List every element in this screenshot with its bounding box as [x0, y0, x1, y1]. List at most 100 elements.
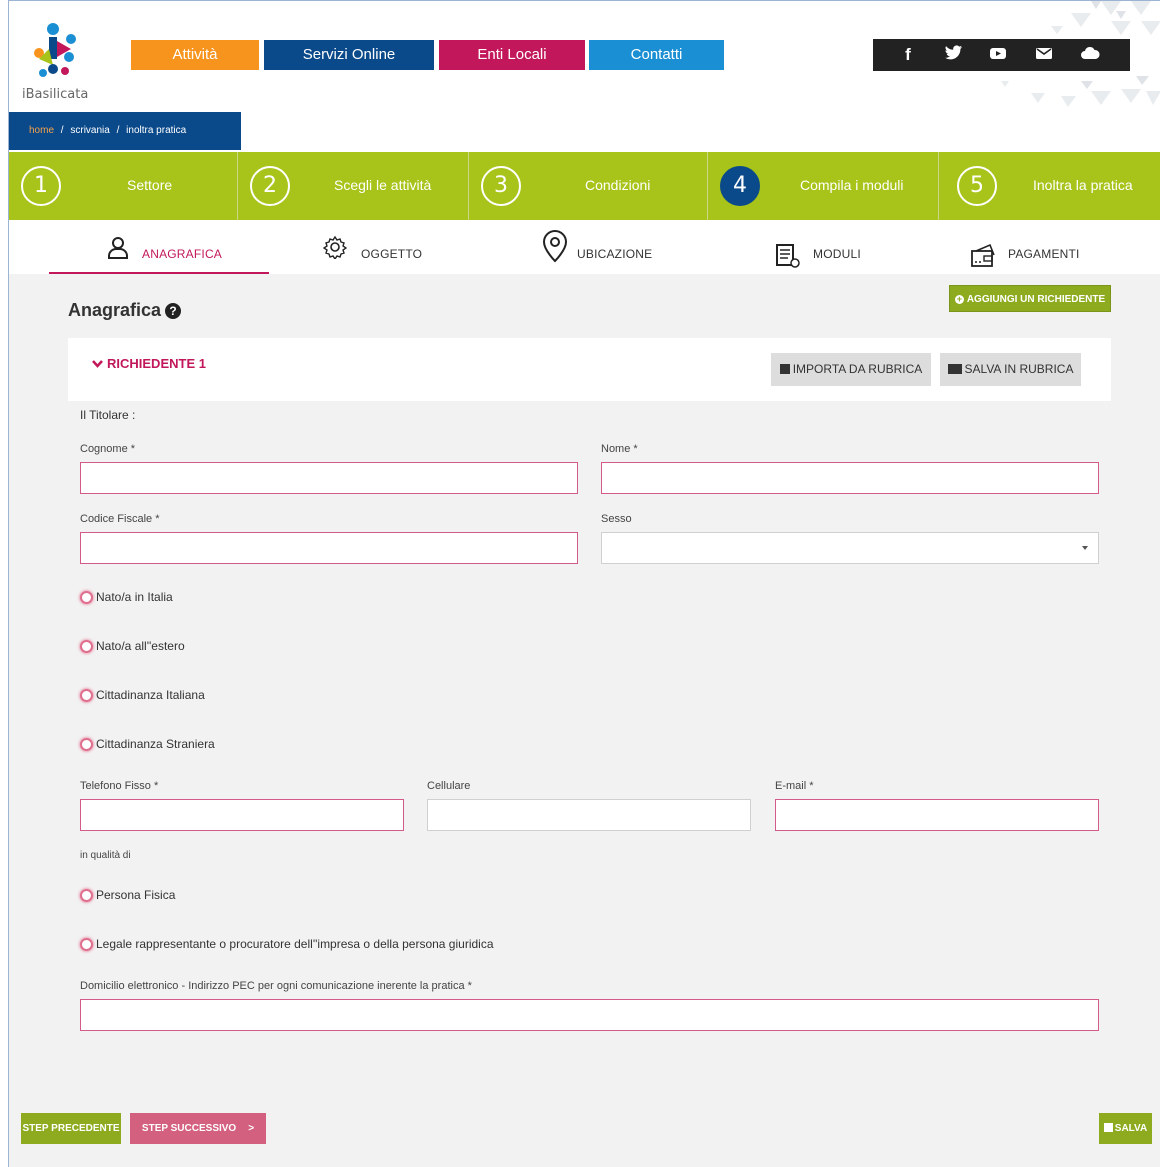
tab-label: UBICAZIONE [577, 247, 653, 261]
main-content: Anagrafica? + AGGIUNGI UN RICHIEDENTE RIC… [9, 274, 1160, 1167]
add-richiedente-button[interactable]: + AGGIUNGI UN RICHIEDENTE [949, 285, 1111, 312]
step-successivo-button[interactable]: STEP SUCCESSIVO > [130, 1113, 266, 1144]
tab-anagrafica[interactable]: ANAGRAFICA [49, 221, 269, 274]
in-qualita-label: in qualità di [80, 850, 131, 861]
richiedente-panel: RICHIEDENTE 1 IMPORTA DA RUBRICA SALVA I… [68, 338, 1111, 401]
tab-moduli[interactable]: MODULI [769, 221, 909, 274]
nome-input[interactable] [601, 462, 1099, 494]
sesso-select[interactable] [601, 532, 1099, 564]
step-scegli-attivita[interactable]: 2 Scegli le attività [238, 152, 469, 220]
salva-rubrica-button[interactable]: SALVA IN RUBRICA [940, 353, 1081, 386]
page-title-text: Anagrafica [68, 300, 162, 320]
step-number: 5 [957, 166, 997, 206]
step-settore[interactable]: 1 Settore [9, 152, 238, 220]
site-header: iBasilicata Attività Servizi Online Enti… [9, 1, 1160, 112]
codice-fiscale-label: Codice Fiscale * [80, 513, 160, 525]
step-label: Inoltra la pratica [1033, 177, 1133, 193]
tab-ubicazione[interactable]: UBICAZIONE [529, 221, 689, 274]
cellulare-label: Cellulare [427, 780, 471, 792]
step-compila-moduli[interactable]: 4 Compila i moduli [708, 152, 939, 220]
plus-circle-icon: + [954, 294, 964, 304]
salva-button[interactable]: SALVA [1099, 1113, 1152, 1144]
step-precedente-button[interactable]: STEP PRECEDENTE [21, 1113, 121, 1144]
importa-rubrica-button[interactable]: IMPORTA DA RUBRICA [771, 353, 931, 386]
step-number: 2 [250, 166, 290, 206]
cognome-label: Cognome * [80, 443, 136, 455]
breadcrumb-separator: / [116, 125, 120, 136]
page-frame: iBasilicata Attività Servizi Online Enti… [8, 0, 1160, 1167]
caret-down-icon [1082, 546, 1088, 550]
tab-label: PAGAMENTI [1008, 247, 1080, 261]
tab-label: ANAGRAFICA [142, 247, 223, 261]
radio-label: Legale rappresentante o procuratore dell… [96, 937, 494, 951]
nav-attivita[interactable]: Attività [131, 40, 259, 70]
nav-servizi-online[interactable]: Servizi Online [264, 40, 434, 70]
richiedente-toggle[interactable]: RICHIEDENTE 1 [92, 356, 206, 371]
step-successivo-label: STEP SUCCESSIVO [141, 1123, 237, 1134]
breadcrumb-scrivania[interactable]: scrivania [70, 125, 109, 136]
radio-button[interactable] [80, 889, 93, 902]
chevron-down-icon [92, 356, 103, 371]
breadcrumb-home[interactable]: home [29, 125, 54, 136]
document-icon [776, 244, 800, 268]
step-condizioni[interactable]: 3 Condizioni [469, 152, 708, 220]
radio-button[interactable] [80, 591, 93, 604]
gear-icon [323, 235, 347, 259]
email-label: E-mail * [775, 780, 814, 792]
page-title: Anagrafica? [68, 300, 182, 321]
email-icon[interactable] [1033, 45, 1055, 65]
user-icon [108, 237, 128, 259]
step-label: Compila i moduli [800, 177, 904, 193]
contact-card-icon [779, 364, 790, 374]
telefono-label: Telefono Fisso * [80, 780, 159, 792]
breadcrumb: home / scrivania / inoltra pratica [9, 112, 241, 150]
radio-button[interactable] [80, 738, 93, 751]
breadcrumb-separator: / [60, 125, 64, 136]
codice-fiscale-input[interactable] [80, 532, 578, 564]
help-icon[interactable]: ? [165, 303, 182, 319]
logo-text: iBasilicata [22, 87, 89, 102]
wizard-steps: 1 Settore 2 Scegli le attività 3 Condizi… [9, 152, 1160, 220]
social-bar: f [873, 39, 1130, 71]
nome-label: Nome * [601, 443, 638, 455]
radio-button[interactable] [80, 689, 93, 702]
step-label: Settore [127, 177, 173, 193]
importa-rubrica-label: IMPORTA DA RUBRICA [792, 362, 923, 376]
breadcrumb-current: inoltra pratica [126, 125, 187, 136]
cognome-input[interactable] [80, 462, 578, 494]
tab-label: OGGETTO [361, 247, 423, 261]
step-number-active: 4 [720, 166, 760, 206]
radio-button[interactable] [80, 640, 93, 653]
radio-label: Cittadinanza Italiana [96, 688, 205, 702]
pec-input[interactable] [80, 999, 1099, 1031]
salva-label: SALVA [1114, 1123, 1148, 1134]
floppy-disk-icon [1103, 1123, 1113, 1132]
add-richiedente-label: AGGIUNGI UN RICHIEDENTE [966, 294, 1106, 305]
youtube-icon[interactable] [987, 45, 1009, 65]
twitter-icon[interactable] [943, 45, 965, 65]
form-tabs: ANAGRAFICA OGGETTO UBICAZIONE MODULI PAG… [9, 221, 1160, 274]
radio-label: Cittadinanza Straniera [96, 737, 215, 751]
salva-rubrica-label: SALVA IN RUBRICA [964, 362, 1074, 376]
cellulare-input[interactable] [427, 799, 751, 831]
facebook-icon[interactable]: f [897, 45, 919, 65]
step-label: Scegli le attività [334, 177, 432, 193]
nav-enti-locali[interactable]: Enti Locali [439, 40, 585, 70]
tab-oggetto[interactable]: OGGETTO [309, 221, 449, 274]
arrow-right-icon: > [248, 1123, 255, 1134]
telefono-input[interactable] [80, 799, 404, 831]
nav-contatti[interactable]: Contatti [589, 40, 724, 70]
email-input[interactable] [775, 799, 1099, 831]
tab-pagamenti[interactable]: PAGAMENTI [964, 221, 1114, 274]
pec-label: Domicilio elettronico - Indirizzo PEC pe… [80, 980, 472, 992]
step-number: 1 [21, 166, 61, 206]
step-label: Condizioni [585, 177, 651, 193]
cloud-icon[interactable] [1079, 45, 1101, 65]
location-pin-icon [542, 229, 568, 263]
tab-label: MODULI [813, 247, 861, 261]
step-inoltra-pratica[interactable]: 5 Inoltra la pratica [939, 152, 1160, 220]
radio-button[interactable] [80, 938, 93, 951]
address-card-icon [947, 364, 962, 374]
sesso-label: Sesso [601, 513, 632, 525]
titolare-heading: Il Titolare : [80, 408, 136, 422]
